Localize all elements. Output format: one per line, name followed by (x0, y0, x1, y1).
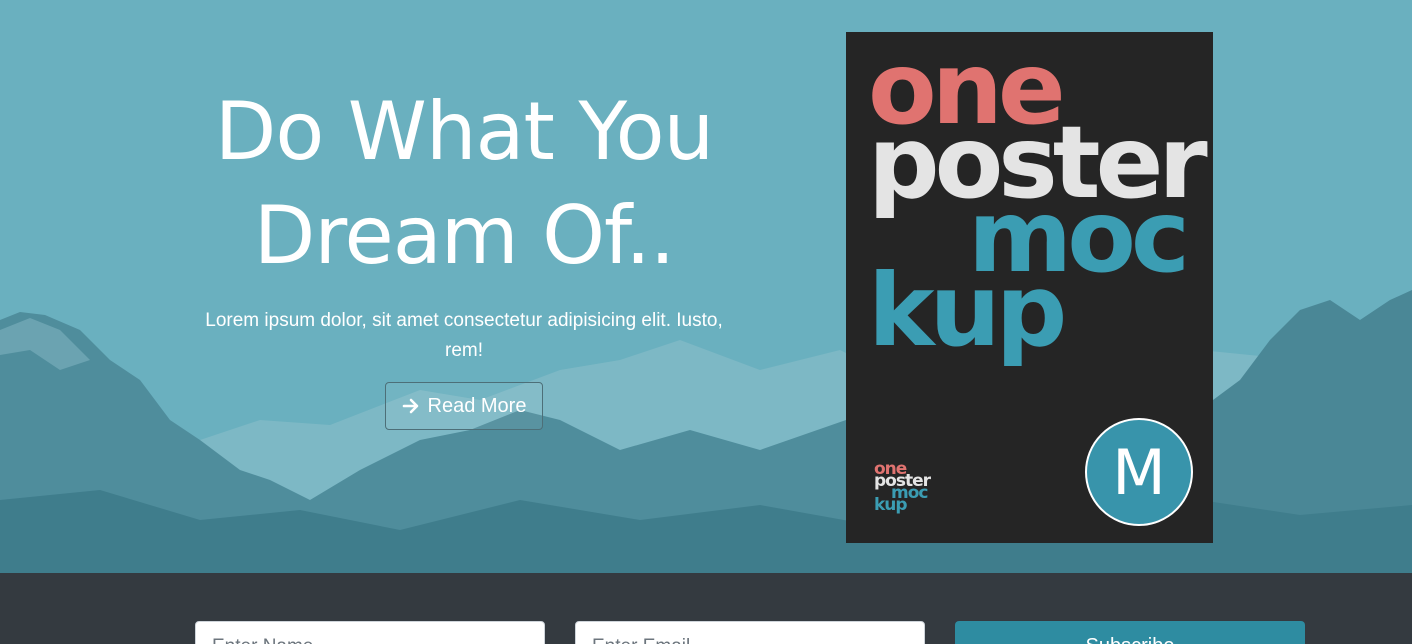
hero-headline: Do What You Dream Of.. (200, 80, 728, 288)
subscribe-button[interactable]: Subscribe (955, 621, 1305, 644)
poster-m-badge: M (1085, 418, 1193, 526)
email-input[interactable] (575, 621, 925, 644)
read-more-button[interactable]: Read More (384, 382, 544, 430)
name-input[interactable] (195, 621, 545, 644)
badge-letter: M (1112, 435, 1166, 509)
poster-mockup-image: one poster moc kup one poster moc kup M (846, 32, 1213, 543)
headline-line-2: Dream Of.. (253, 189, 676, 282)
arrow-right-icon (402, 398, 418, 414)
hero-text-block: Do What You Dream Of.. Lorem ipsum dolor… (200, 80, 728, 430)
poster-small-logo: one poster moc kup (874, 461, 931, 514)
hero-lead-text: Lorem ipsum dolor, sit amet consectetur … (205, 310, 723, 361)
hero-section: Do What You Dream Of.. Lorem ipsum dolor… (0, 0, 1412, 573)
read-more-label: Read More (427, 394, 527, 417)
subscribe-bar: Subscribe (0, 573, 1412, 644)
poster-title: one poster moc kup (868, 39, 1208, 361)
headline-line-1: Do What You (214, 85, 715, 178)
